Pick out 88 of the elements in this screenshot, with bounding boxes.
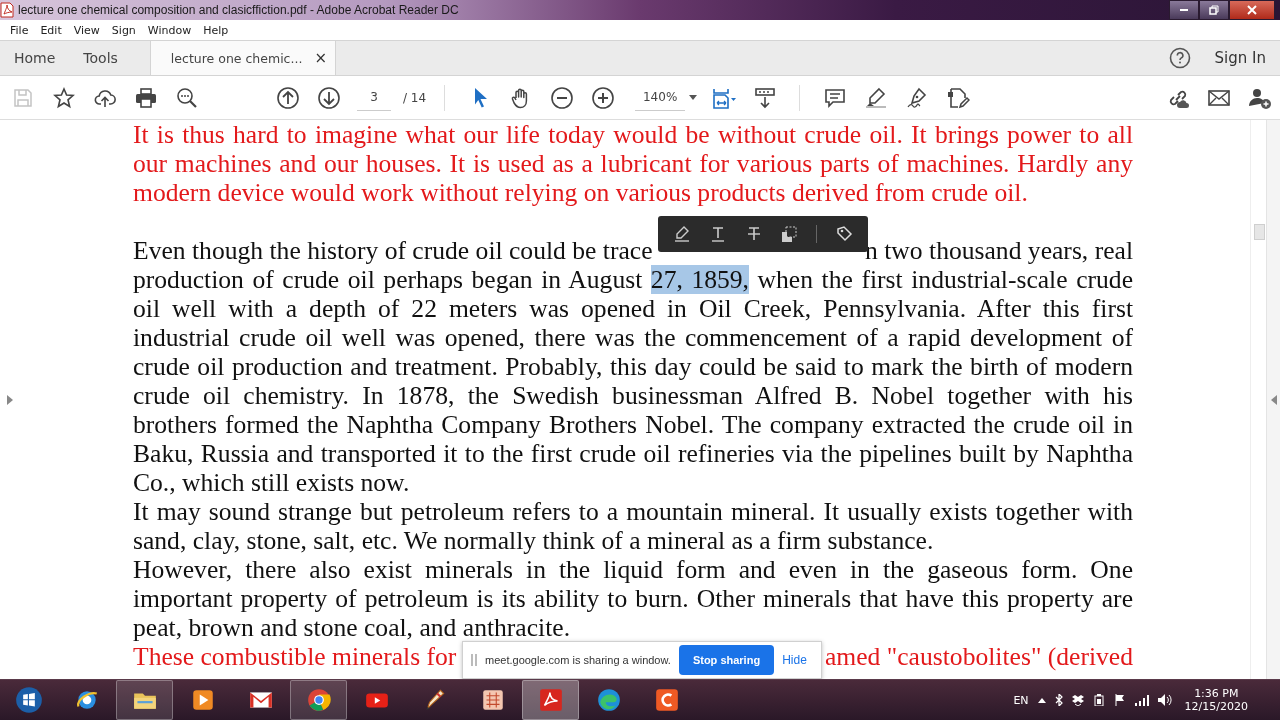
menu-item[interactable]: Sign: [105, 21, 142, 39]
device-icon[interactable]: [1092, 694, 1105, 706]
document-text: peat, brown and stone coal, and anthracite.: [133, 613, 571, 642]
minus-circle-icon: [549, 85, 574, 110]
window-title: lecture one chemical composition and clasicffiction.pdf - Adobe Acrobat Reader DC: [18, 3, 459, 17]
document-text: amed "caustobolites" (derived: [825, 642, 1133, 671]
menu-item[interactable]: File: [4, 21, 35, 39]
scroll-right-arrow-icon[interactable]: [1270, 394, 1277, 405]
stop-sharing-button[interactable]: Stop sharing: [678, 645, 775, 675]
highlighter-button[interactable]: [672, 225, 691, 243]
document-text: Even though the history of crude oil could be trace: [133, 236, 653, 265]
menu-item[interactable]: Window: [141, 21, 198, 39]
close-icon: [1247, 5, 1257, 15]
hide-link[interactable]: Hide: [782, 653, 807, 667]
sharing-message: meet.google.com is sharing a window.: [485, 654, 671, 666]
taskbar-button[interactable]: [116, 680, 173, 720]
browser-icon: [595, 687, 622, 713]
sign-in-button[interactable]: Sign In: [1206, 41, 1280, 75]
tag-icon: [835, 225, 854, 243]
highlighter-icon: [863, 85, 888, 110]
arrow-down-icon: [316, 85, 341, 110]
document-text: industrial crude oil well was opened, there was the commencement of a rapid development of: [133, 323, 1133, 352]
document-text: It is thus hard to imagine what our life today would be without crude oil. It brings power to all: [133, 120, 1133, 149]
document-edit-icon: [945, 85, 970, 110]
printer-icon: [133, 85, 158, 110]
document-text: brothers formed the Naphtha Company Brothers Nobel. The company extracted the crude oil in: [133, 410, 1133, 439]
document-text: modern device would work without relying on various products derived from crude oil.: [133, 178, 1028, 207]
menu-item[interactable]: Edit: [34, 21, 68, 39]
document-text: our machines and our houses. It is used as a lubricant for various parts of machines. Hardly any: [133, 149, 1133, 178]
close-tab-button[interactable]: ×: [314, 49, 327, 67]
copy-area-icon: [780, 225, 799, 243]
page-number-field[interactable]: 3: [357, 84, 391, 111]
start-orb-icon: [14, 686, 43, 714]
document-text: sand, clay, stone, salt, etc. We normally think of a mineral as a firm substance.: [133, 526, 934, 555]
document-tab[interactable]: lecture one chemic... ×: [149, 41, 336, 75]
page-count: / 14: [403, 90, 427, 105]
restore-button[interactable]: [1199, 0, 1229, 20]
document-text: crude oil chemistry. In 1878, the Swedish businessman Alfred B. Nobel together with his: [133, 381, 1133, 410]
bluetooth-icon[interactable]: [1054, 694, 1063, 706]
tag-button[interactable]: [835, 225, 854, 243]
zoom-field[interactable]: 140%: [635, 84, 686, 111]
time-text: 1:36 PM: [1194, 687, 1239, 700]
close-button[interactable]: [1229, 0, 1275, 20]
copy-area-button[interactable]: [780, 225, 799, 243]
document-text: Co., which still exists now.: [133, 468, 410, 497]
clock[interactable]: 1:36 PM 12/15/2020: [1184, 687, 1248, 713]
scrollbar-thumb[interactable]: [1254, 224, 1265, 240]
document-text: Baku, Russia and transported it to the first crude oil refineries via the pipelines built by Naphtha: [133, 439, 1133, 468]
document-text: production of crude oil perhaps began in August: [133, 265, 644, 294]
arrow-up-icon: [275, 85, 300, 110]
browser-icon: [305, 687, 332, 713]
highlighter-icon: [672, 225, 691, 243]
tab-label: lecture one chemic...: [170, 50, 303, 66]
tab[interactable]: Home: [0, 41, 70, 75]
tab[interactable]: Tools: [69, 41, 132, 75]
minimize-button[interactable]: [1169, 0, 1199, 20]
caret-up-icon[interactable]: [1037, 697, 1046, 703]
menu-item[interactable]: Help: [197, 21, 235, 39]
signal-icon[interactable]: [1134, 694, 1149, 706]
search-icon: [174, 85, 199, 110]
scroll-left-arrow-icon[interactable]: [7, 394, 13, 405]
grip-icon[interactable]: [471, 654, 477, 666]
menu-item[interactable]: View: [67, 21, 106, 39]
flag-icon[interactable]: [1113, 694, 1126, 706]
selected-text: 27, 1859,: [650, 265, 749, 294]
pdf-file-icon: [0, 2, 14, 18]
star-icon: [51, 85, 76, 110]
document-text: important property of petroleum is its ability to burn. Other minerals that have this property are: [133, 584, 1133, 613]
recorder-icon: [653, 687, 680, 713]
document-text: n two thousand years, real: [865, 236, 1133, 265]
language-indicator[interactable]: EN: [1013, 693, 1029, 707]
restore-icon: [1209, 5, 1219, 15]
document-text: crude oil production and treatment. Probably, this day could be said to mark the birth of modern: [133, 352, 1133, 381]
caret-down-icon[interactable]: [689, 95, 698, 100]
date-text: 12/15/2020: [1184, 700, 1248, 713]
document-text: It may sound strange but petroleum refers to a mountain mineral. It usually exists together with: [133, 497, 1133, 526]
document-text: when the first industrial-scale crude: [756, 265, 1133, 294]
plus-circle-icon: [590, 85, 615, 110]
pdf-icon: [537, 687, 564, 713]
document-text: oil well with a depth of 22 meters was opened in Oil Creek, Pennsylvania. After this first: [133, 294, 1133, 323]
document-text: However, there also exist minerals in the liquid form and even in the gaseous form. One: [133, 555, 1133, 584]
box-icon[interactable]: [1071, 694, 1084, 706]
help-icon[interactable]: [1168, 47, 1191, 69]
document-text: These combustible minerals for: [133, 642, 457, 671]
taskbar-button[interactable]: [290, 680, 347, 720]
minimize-icon: [1180, 9, 1188, 11]
speaker-icon[interactable]: [1157, 694, 1172, 706]
scrolling-mode-icon: [752, 85, 777, 110]
